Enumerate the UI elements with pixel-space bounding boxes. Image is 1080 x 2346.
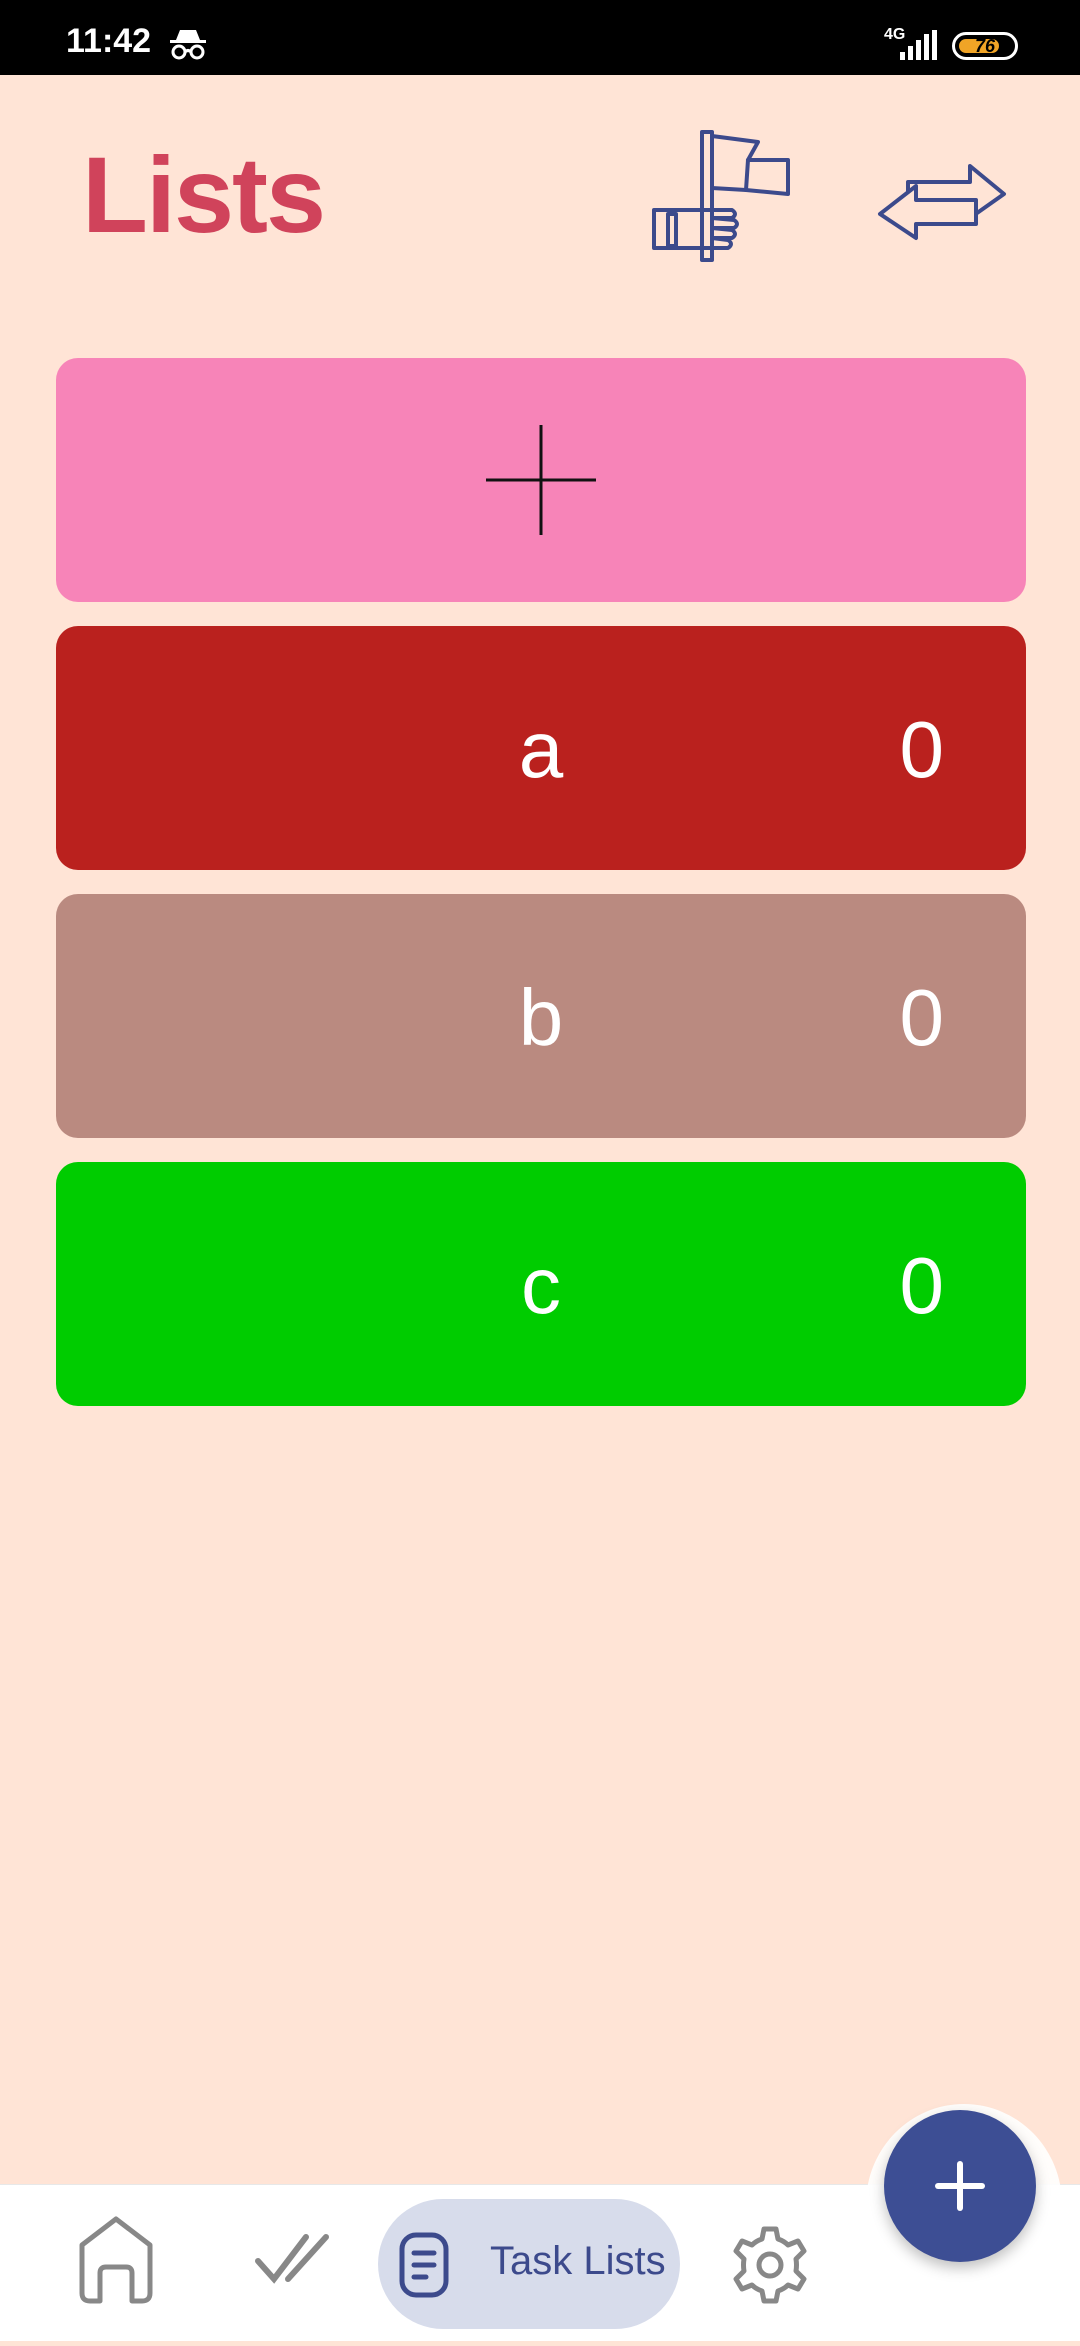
list-count: 0: [899, 1241, 945, 1330]
status-bar: 11:42 4G 76: [0, 0, 1080, 75]
battery-indicator: 76: [952, 32, 1018, 60]
nav-task-lists[interactable]: Task Lists: [378, 2199, 680, 2329]
add-task-fab[interactable]: [884, 2110, 1036, 2262]
list-card-b[interactable]: b 0: [56, 894, 1026, 1138]
list-count: 0: [899, 705, 945, 794]
double-check-icon: [255, 2234, 329, 2284]
hand-flag-icon: [652, 130, 790, 262]
plus-icon: [486, 425, 596, 535]
list-icon: [399, 2232, 449, 2298]
list-card-a[interactable]: a 0: [56, 626, 1026, 870]
plus-icon: [935, 2161, 985, 2211]
nav-settings[interactable]: [728, 2185, 812, 2341]
nav-task-lists-label: Task Lists: [490, 2239, 666, 2283]
list-name: c: [521, 1241, 561, 1330]
home-icon: [79, 2216, 153, 2304]
lists-container: a 0 b 0 c 0: [56, 358, 1026, 1430]
signal-icon: [900, 30, 937, 60]
battery-percent: 76: [974, 36, 996, 56]
status-time: 11:42: [66, 22, 152, 60]
swap-arrows-icon: [878, 164, 1006, 240]
list-card-c[interactable]: c 0: [56, 1162, 1026, 1406]
list-name: a: [518, 705, 564, 794]
list-count: 0: [899, 973, 945, 1062]
page-title: Lists: [82, 134, 326, 255]
nav-completed[interactable]: [252, 2185, 336, 2341]
incognito-icon: [170, 30, 206, 60]
flag-button[interactable]: [650, 128, 790, 266]
gear-icon: [733, 2226, 807, 2304]
list-name: b: [518, 973, 564, 1062]
nav-home[interactable]: [74, 2185, 158, 2341]
swap-button[interactable]: [872, 158, 1012, 244]
add-list-card[interactable]: [56, 358, 1026, 602]
